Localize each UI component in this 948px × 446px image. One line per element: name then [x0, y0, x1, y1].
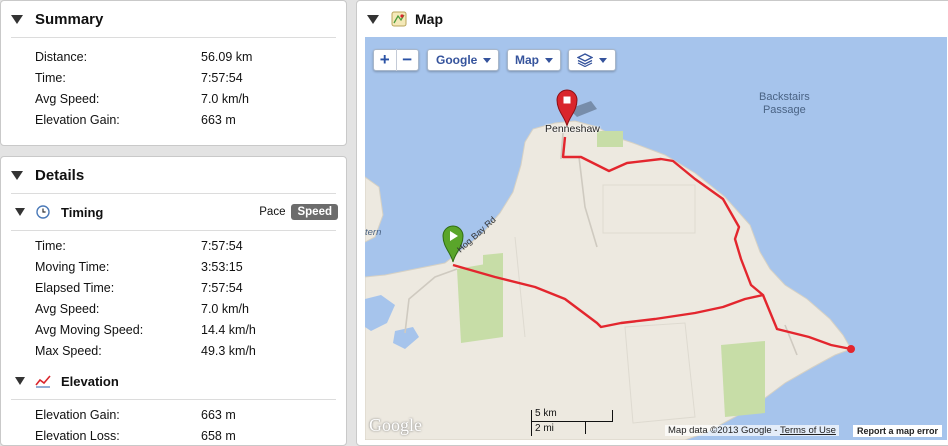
pace-speed-toggle[interactable]: Pace Speed — [253, 204, 338, 220]
elevation-chart-icon — [35, 373, 51, 389]
map-title: Map — [415, 11, 443, 27]
row-label: Distance: — [35, 49, 88, 64]
collapse-triangle-icon[interactable] — [15, 377, 25, 385]
chevron-down-icon — [599, 57, 607, 63]
waypoint-dot — [847, 345, 855, 353]
map-type-dropdown[interactable]: Map — [507, 49, 561, 71]
summary-row-avg-speed: Avg Speed: 7.0 km/h — [1, 88, 346, 109]
collapse-triangle-icon[interactable] — [11, 14, 23, 24]
map-header[interactable]: Map — [357, 1, 948, 37]
end-marker[interactable] — [555, 87, 579, 127]
timing-title: Timing — [61, 204, 104, 220]
row-label: Time: — [35, 70, 66, 85]
provider-label: Google — [436, 53, 478, 67]
timing-rows: Time: 7:57:54 Moving Time: 3:53:15 Elapsed… — [1, 231, 346, 361]
western-label: tern — [365, 227, 382, 238]
row-value: 7:57:54 — [201, 280, 243, 295]
summary-row-time: Time: 7:57:54 — [1, 67, 346, 88]
timing-row-avg-moving-speed: Avg Moving Speed: 14.4 km/h — [1, 319, 346, 340]
scale-mi: 2 mi — [535, 423, 554, 434]
report-error-link[interactable]: Report a map error — [853, 425, 943, 437]
row-value: 663 m — [201, 112, 236, 127]
map-canvas[interactable]: Penneshaw Backstairs Passage Hog Bay Rd … — [365, 37, 947, 440]
summary-panel: Summary Distance: 56.09 km Time: 7:57:54 A… — [0, 0, 347, 146]
layers-icon — [576, 53, 594, 68]
details-header[interactable]: Details — [1, 157, 346, 193]
timing-row-moving-time: Moving Time: 3:53:15 — [1, 256, 346, 277]
row-value: 7:57:54 — [201, 238, 243, 253]
chevron-down-icon — [545, 57, 553, 63]
row-value: 14.4 km/h — [201, 322, 256, 337]
park-area — [483, 253, 503, 275]
layers-dropdown[interactable] — [568, 49, 616, 71]
details-title: Details — [35, 166, 85, 184]
elevation-row-loss: Elevation Loss: 658 m — [1, 425, 346, 445]
chevron-down-icon — [483, 57, 492, 63]
terms-link[interactable]: Terms of Use — [780, 425, 836, 436]
row-label: Time: — [35, 238, 66, 253]
map-attribution: Map data ©2013 Google - Terms of Use — [665, 425, 839, 436]
summary-rows: Distance: 56.09 km Time: 7:57:54 Avg Speed… — [1, 38, 346, 130]
row-value: 7:57:54 — [201, 70, 243, 85]
summary-header[interactable]: Summary — [1, 1, 346, 37]
map-panel-icon — [391, 11, 407, 27]
row-value: 56.09 km — [201, 49, 253, 64]
map-type-label: Map — [515, 53, 539, 67]
row-value: 3:53:15 — [201, 259, 243, 274]
collapse-triangle-icon[interactable] — [15, 208, 25, 216]
town-label: Penneshaw — [545, 123, 600, 135]
row-label: Elevation Loss: — [35, 428, 120, 443]
summary-title: Summary — [35, 10, 104, 28]
google-logo[interactable]: Google — [369, 415, 422, 436]
speed-option[interactable]: Speed — [291, 204, 338, 220]
clock-icon — [35, 204, 51, 220]
summary-row-distance: Distance: 56.09 km — [1, 46, 346, 67]
elevation-row-gain: Elevation Gain: 663 m — [1, 404, 346, 425]
row-label: Moving Time: — [35, 259, 110, 274]
collapse-triangle-icon[interactable] — [11, 170, 23, 180]
scale-tick — [531, 410, 532, 436]
timing-row-avg-speed: Avg Speed: 7.0 km/h — [1, 298, 346, 319]
scale-line — [531, 421, 613, 422]
timing-row-max-speed: Max Speed: 49.3 km/h — [1, 340, 346, 361]
passage-label-line: Passage — [762, 104, 806, 116]
park-area — [597, 131, 623, 147]
row-value: 7.0 km/h — [201, 301, 249, 316]
row-label: Elevation Gain: — [35, 407, 120, 422]
pace-option[interactable]: Pace — [253, 204, 291, 220]
details-panel: Details Timing Pace Speed Time: 7:57:54 M… — [0, 156, 347, 446]
scale-bar: 5 km 2 mi — [531, 408, 613, 438]
park-area — [721, 341, 765, 417]
row-value: 663 m — [201, 407, 236, 422]
row-value: 7.0 km/h — [201, 91, 249, 106]
timing-section-header[interactable]: Timing Pace Speed — [1, 194, 346, 230]
passage-label: Backstairs Passage — [759, 91, 810, 117]
timing-row-elapsed-time: Elapsed Time: 7:57:54 — [1, 277, 346, 298]
zoom-in-button[interactable]: + — [374, 49, 397, 71]
row-label: Avg Moving Speed: — [35, 322, 144, 337]
elevation-title: Elevation — [61, 373, 119, 389]
row-label: Elevation Gain: — [35, 112, 120, 127]
attribution-text: Map data ©2013 Google - — [668, 425, 780, 436]
row-value: 658 m — [201, 428, 236, 443]
elevation-section-header[interactable]: Elevation — [1, 363, 346, 399]
row-label: Elapsed Time: — [35, 280, 115, 295]
scale-tick — [585, 422, 586, 434]
elevation-rows: Elevation Gain: 663 m Elevation Loss: 658 … — [1, 400, 346, 445]
map-panel: Map Penneshaw Backstairs Passage Hog Bay… — [356, 0, 948, 446]
row-label: Avg Speed: — [35, 91, 100, 106]
passage-label-line: Backstairs — [759, 91, 810, 103]
row-label: Avg Speed: — [35, 301, 100, 316]
scale-tick — [612, 410, 613, 421]
zoom-out-button[interactable]: − — [397, 49, 419, 71]
scale-km: 5 km — [535, 408, 557, 419]
zoom-control: + − — [373, 49, 419, 71]
collapse-triangle-icon[interactable] — [367, 14, 379, 24]
provider-dropdown[interactable]: Google — [427, 49, 499, 71]
timing-row-time: Time: 7:57:54 — [1, 235, 346, 256]
row-label: Max Speed: — [35, 343, 102, 358]
row-value: 49.3 km/h — [201, 343, 256, 358]
summary-row-elevation-gain: Elevation Gain: 663 m — [1, 109, 346, 130]
